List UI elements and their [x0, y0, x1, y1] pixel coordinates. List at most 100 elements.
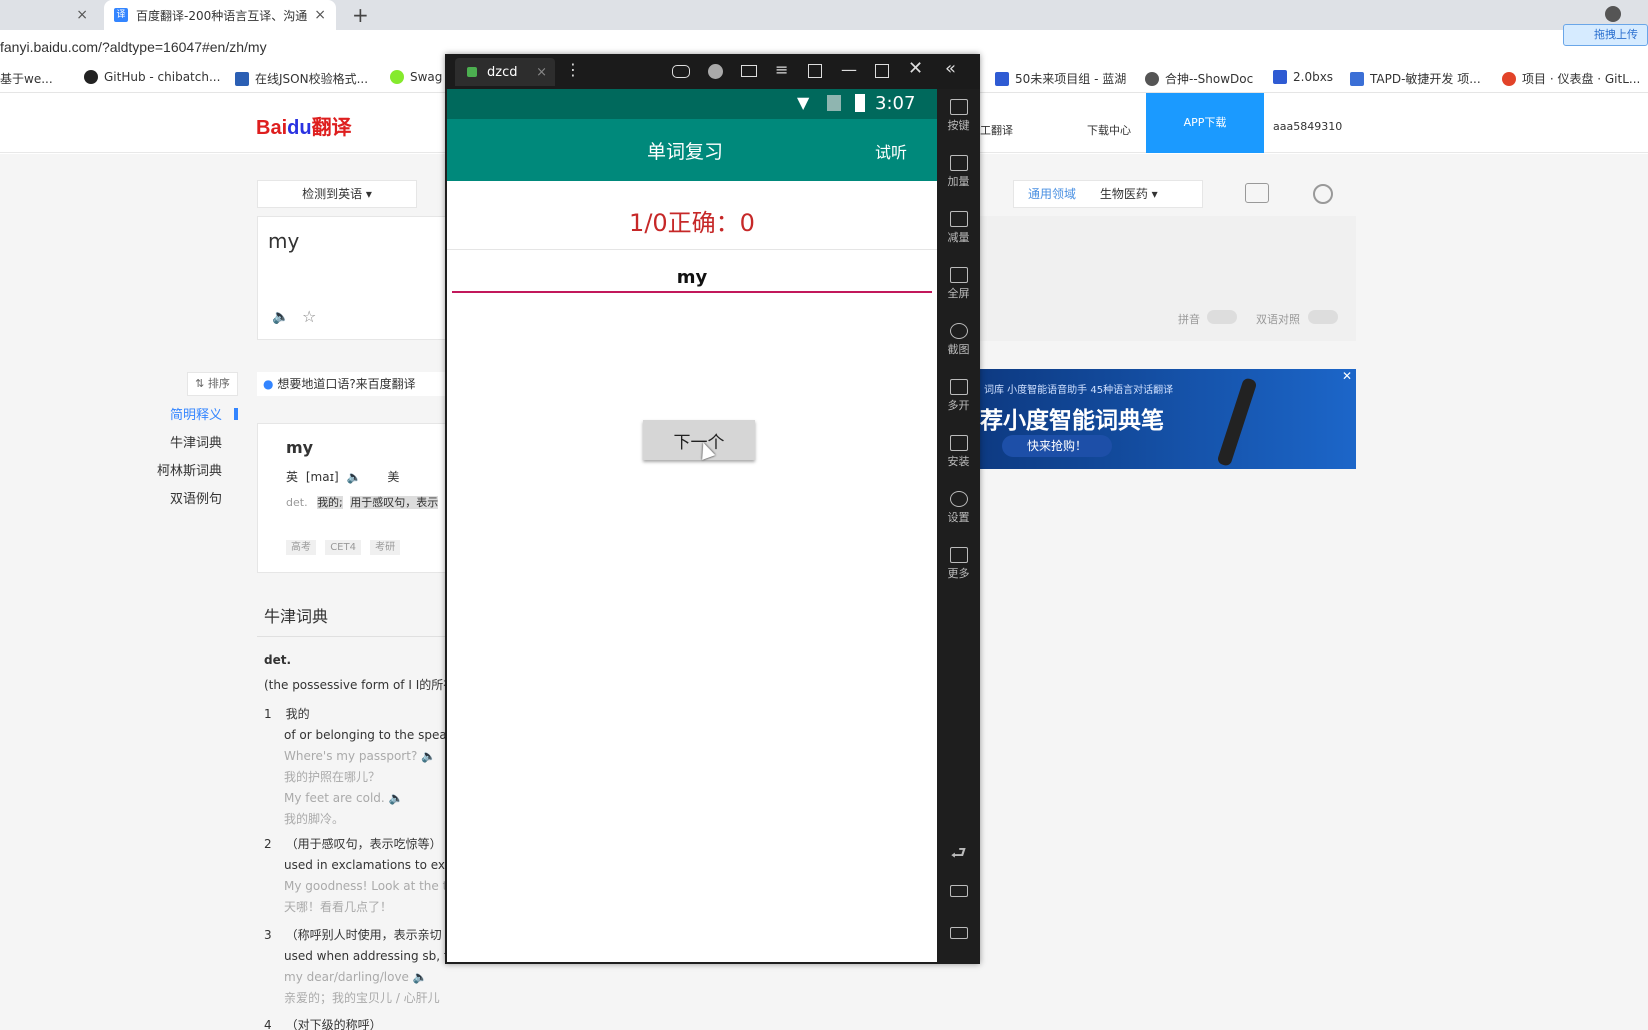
volume-up-button[interactable]: 加量	[937, 155, 980, 189]
example-speaker-icon[interactable]: 🔈	[389, 791, 404, 805]
bookmark-label: 50未来项目组 - 蓝湖	[1015, 72, 1127, 86]
nav-human-translate[interactable]: 工翻译	[980, 122, 1013, 138]
source-input-text[interactable]: my	[268, 229, 299, 253]
phonetics-row: 英 [maɪ] 🔈 美	[286, 468, 399, 485]
bookmark-item[interactable]: 合抻--ShowDoc	[1145, 70, 1253, 87]
domain-select[interactable]: 通用领域 生物医药 ▾	[1013, 180, 1203, 208]
listen-button[interactable]: 试听	[875, 139, 907, 163]
domain-bio-label[interactable]: 生物医药	[1100, 187, 1148, 201]
favorites-icon[interactable]	[1245, 183, 1269, 203]
hamburger-menu-icon[interactable]: ≡	[775, 60, 788, 79]
mail-icon[interactable]	[741, 65, 757, 77]
promo-bar[interactable]: ● 想要地道口语?来百度翻译	[257, 372, 447, 396]
scissors-icon	[949, 323, 968, 339]
domain-general-label[interactable]: 通用领域	[1028, 187, 1076, 201]
bookmark-item[interactable]: GitHub - chibatch...	[84, 70, 220, 84]
pinyin-toggle[interactable]	[1207, 310, 1237, 324]
ad-title: 荐小度智能词典笔	[980, 408, 1164, 434]
tab-search-icon[interactable]	[1605, 6, 1621, 22]
next-button[interactable]: 下一个	[643, 420, 755, 460]
sense-zh: （对下级的称呼）	[285, 1018, 382, 1030]
bilingual-toggle[interactable]	[1308, 310, 1338, 324]
ad-cta[interactable]: 快来抢购！	[1002, 435, 1112, 457]
tab-close-icon[interactable]: ×	[76, 7, 88, 23]
minimize-icon[interactable]: —	[841, 60, 857, 79]
emulator-tab[interactable]: dzcd ×	[455, 58, 555, 86]
score-text: 1/0正确：0	[629, 209, 755, 237]
sense-number: 3	[264, 928, 272, 942]
gamepad-icon[interactable]	[672, 65, 690, 78]
star-icon[interactable]: ☆	[302, 307, 316, 326]
settings-button[interactable]: 设置	[937, 491, 980, 525]
uk-label: 英	[286, 470, 299, 484]
new-tab-button[interactable]: +	[352, 3, 369, 27]
fullscreen-button[interactable]: 全屏	[937, 267, 980, 301]
volume-up-icon	[949, 155, 968, 171]
meaning-item[interactable]: 用于感叹句，表示	[350, 496, 439, 509]
promo-icon: ●	[263, 377, 274, 391]
close-icon[interactable]: ✕	[908, 58, 923, 79]
account-icon[interactable]	[708, 64, 723, 79]
sidenav-examples[interactable]: 双语例句	[150, 488, 222, 507]
example-speaker-icon[interactable]: 🔈	[413, 970, 428, 984]
divider	[447, 249, 937, 250]
volume-down-button[interactable]: 减量	[937, 211, 980, 245]
bookmark-item[interactable]: 2.0bxs	[1273, 70, 1333, 84]
oxford-sense-1: 1 我的 of or belonging to the speake Where'…	[264, 704, 447, 830]
nav-download-center[interactable]: 下载中心	[1087, 122, 1131, 138]
user-account[interactable]: aaa5849310	[1273, 120, 1342, 133]
install-apk-button[interactable]: 安装	[937, 435, 980, 469]
collapse-sidebar-icon[interactable]: «	[945, 58, 956, 79]
ad-close-icon[interactable]: ✕	[1342, 369, 1352, 383]
sense-zh: 我的	[285, 707, 310, 721]
logo-text: du	[287, 117, 312, 139]
multi-instance-button[interactable]: 多开	[937, 379, 980, 413]
oxford-definition: (the possessive form of I I的所有	[264, 678, 456, 692]
more-icon	[949, 547, 968, 563]
app-download-button[interactable]: APP下载	[1146, 93, 1264, 153]
screenshot-button[interactable]: 截图	[937, 323, 980, 357]
bookmark-item[interactable]: 项目 · 仪表盘 · GitL...	[1502, 70, 1640, 87]
back-button[interactable]: ⮐	[937, 841, 980, 871]
bookmark-item[interactable]: 50未来项目组 - 蓝湖	[995, 70, 1126, 87]
bilingual-label: 双语对照	[1256, 313, 1300, 326]
example-row: Where's my passport? 🔈	[264, 746, 447, 767]
screen-rotate-icon[interactable]	[808, 64, 822, 78]
result-panel: 拼音 双语对照	[980, 216, 1356, 341]
emulator-menu-icon[interactable]: ⋮	[565, 60, 581, 79]
browser-tab-active[interactable]: 译 百度翻译-200种语言互译、沟通 ×	[104, 0, 336, 30]
home-button[interactable]	[937, 885, 980, 899]
more-button[interactable]: 更多	[937, 547, 980, 581]
tab-close-icon[interactable]: ×	[314, 7, 326, 23]
browser-tab-previous[interactable]: ×	[0, 0, 100, 30]
bookmark-item[interactable]: 基于we...	[0, 70, 53, 87]
tab-title: 百度翻译-200种语言互译、沟通	[136, 8, 308, 23]
maximize-icon[interactable]	[875, 64, 889, 78]
sidenav-oxford[interactable]: 牛津词典	[150, 432, 222, 451]
source-input-panel[interactable]: my 🔈 ☆	[257, 216, 447, 340]
brief-entry-panel: my 英 [maɪ] 🔈 美 det. 我的; 用于感叹句，表示 高考 CET4…	[257, 423, 447, 573]
wifi-icon: ▼	[797, 93, 810, 112]
recents-button[interactable]	[937, 927, 980, 941]
bookmark-item[interactable]: TAPD-敏捷开发 项...	[1350, 70, 1481, 87]
url-text[interactable]: fanyi.baidu.com/?aldtype=16047#en/zh/my	[0, 39, 267, 55]
speaker-icon[interactable]: 🔈	[272, 309, 289, 325]
source-language-select[interactable]: 检测到英语 ▾	[257, 180, 417, 208]
oxford-sense-4: 4 （对下级的称呼）	[264, 1016, 447, 1030]
keymap-button[interactable]: 按键	[937, 99, 980, 133]
sidenav-collins[interactable]: 柯林斯词典	[150, 460, 222, 479]
bookmark-item[interactable]: Swag	[390, 70, 442, 84]
bookmark-item[interactable]: 在线JSON校验格式...	[235, 70, 368, 87]
baidu-logo[interactable]: Baidu翻译	[256, 111, 352, 140]
sidenav-brief[interactable]: 简明释义	[150, 404, 222, 423]
sort-button[interactable]: ⇅ 排序	[187, 372, 238, 396]
ad-banner[interactable]: 词库 小度智能语音助手 45种语言对话翻译 荐小度智能词典笔 快来抢购！ ✕	[980, 369, 1356, 469]
emulator-tab-close-icon[interactable]: ×	[536, 65, 547, 80]
meaning-item[interactable]: 我的;	[317, 496, 343, 509]
example-speaker-icon[interactable]: 🔈	[421, 749, 436, 763]
pinyin-label: 拼音	[1178, 313, 1200, 326]
uk-speaker-icon[interactable]: 🔈	[347, 470, 362, 484]
settings-gear-icon[interactable]	[1313, 184, 1333, 204]
upload-badge[interactable]: 拖拽上传	[1563, 24, 1648, 46]
dictionary-pen-image	[1216, 377, 1258, 467]
